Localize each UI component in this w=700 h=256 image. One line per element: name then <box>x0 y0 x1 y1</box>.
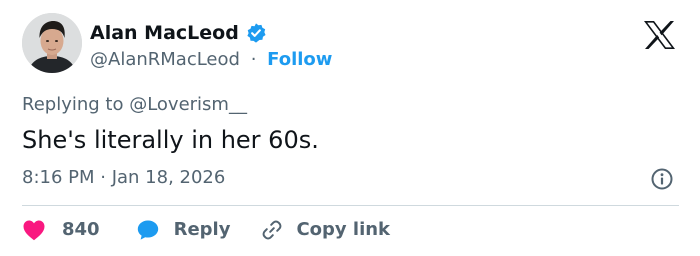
author-handle-row: @AlanRMacLeod · Follow <box>90 48 332 72</box>
author-handle[interactable]: @AlanRMacLeod <box>90 49 240 70</box>
link-icon <box>260 218 284 242</box>
tweet-timestamp[interactable]: 8:16 PM · Jan 18, 2026 <box>22 166 225 190</box>
author-display-name[interactable]: Alan MacLeod <box>90 20 239 46</box>
x-logo-icon[interactable] <box>643 20 676 50</box>
avatar-image <box>22 13 82 73</box>
reply-label: Reply <box>173 219 231 240</box>
like-button[interactable]: 840 <box>22 218 100 242</box>
tweet-embed-card: Alan MacLeod @AlanRMacLeod · Follow Repl… <box>0 0 700 256</box>
like-count: 840 <box>62 219 100 240</box>
info-icon[interactable] <box>650 167 674 191</box>
copy-link-button[interactable]: Copy link <box>260 218 390 242</box>
verified-badge-icon <box>245 22 267 44</box>
follow-button[interactable]: Follow <box>267 49 332 70</box>
tweet-actions: 840 Reply Copy link <box>22 216 390 244</box>
speech-bubble-icon <box>136 218 160 242</box>
copy-link-label: Copy link <box>296 219 391 240</box>
heart-icon <box>22 219 46 241</box>
avatar[interactable] <box>22 13 82 73</box>
handle-separator: · <box>250 49 257 70</box>
divider <box>22 205 679 206</box>
reply-button[interactable]: Reply <box>136 218 231 242</box>
replying-to-label[interactable]: Replying to @Loverism__ <box>22 93 247 117</box>
tweet-text: She's literally in her 60s. <box>22 126 319 154</box>
author-name-row: Alan MacLeod <box>90 20 267 46</box>
